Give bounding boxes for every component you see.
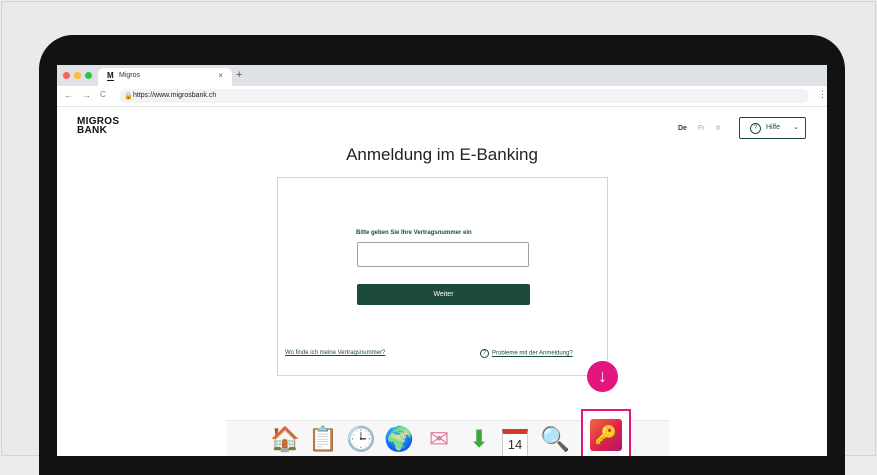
contract-number-label: Bitte geben Sie Ihre Vertragsnummer ein <box>356 230 472 236</box>
address-bar: ← → C 🔒 https://www.migrosbank.ch ⋮ <box>57 86 827 107</box>
key-icon[interactable]: 🔑 <box>590 419 622 451</box>
search-doc-icon[interactable]: 🔍 <box>540 425 570 455</box>
migros-bank-logo[interactable]: MIGROS BANK <box>77 117 119 136</box>
language-it[interactable]: It <box>716 125 720 132</box>
page-title: Anmeldung im E-Banking <box>346 145 538 164</box>
help-button[interactable]: ? Hilfe ⌄ <box>739 117 806 139</box>
mail-icon[interactable]: ✉ <box>424 425 454 455</box>
globe-icon[interactable]: 🌍 <box>384 425 414 455</box>
maximize-window-button[interactable] <box>85 72 92 79</box>
new-tab-button[interactable]: + <box>236 69 242 81</box>
tab-close-icon[interactable]: × <box>218 71 223 80</box>
calendar-icon[interactable]: 14 <box>502 429 528 456</box>
url-field[interactable]: 🔒 https://www.migrosbank.ch <box>119 89 809 103</box>
back-icon[interactable]: ← <box>64 90 73 100</box>
url-text: https://www.migrosbank.ch <box>133 92 217 99</box>
migros-favicon-icon: M <box>107 71 114 81</box>
close-window-button[interactable] <box>63 72 70 79</box>
download-icon[interactable]: ⬇ <box>464 425 494 455</box>
window-controls <box>63 72 92 79</box>
login-problems-label: Probleme mit der Anmeldung? <box>492 350 573 357</box>
browser-screen: M Migros × + ← → C 🔒 https://www.migrosb… <box>57 65 827 456</box>
login-card: Bitte geben Sie Ihre Vertragsnummer ein … <box>277 177 608 376</box>
login-problems-link[interactable]: ? Probleme mit der Anmeldung? <box>480 349 573 358</box>
help-icon: ? <box>750 123 761 134</box>
forward-icon[interactable]: → <box>82 90 91 100</box>
tab-title: Migros <box>119 72 141 79</box>
browser-menu-icon[interactable]: ⋮ <box>818 89 827 100</box>
lock-icon: 🔒 <box>124 93 133 100</box>
contract-number-input[interactable] <box>357 242 529 267</box>
clipboard-icon[interactable]: 📋 <box>308 425 338 455</box>
home-icon[interactable]: 🏠 <box>270 425 300 455</box>
clock-icon[interactable]: 🕒 <box>346 425 376 455</box>
contract-number-help-link[interactable]: Wo finde ich meine Vertragsnummer? <box>285 350 385 356</box>
minimize-window-button[interactable] <box>74 72 81 79</box>
reload-icon[interactable]: C <box>100 90 106 99</box>
arrow-down-icon: ↓ <box>587 361 618 392</box>
dock: 🏠 📋 🕒 🌍 ✉ ⬇ 14 🔍 🔑 <box>226 409 669 456</box>
help-label: Hilfe <box>766 124 781 131</box>
logo-line-2: BANK <box>77 125 108 136</box>
tab-bar: M Migros × + <box>57 65 827 86</box>
question-icon: ? <box>480 349 489 358</box>
browser-tab[interactable]: M Migros × <box>98 68 232 86</box>
language-fr[interactable]: Fr <box>698 125 705 132</box>
chevron-down-icon: ⌄ <box>793 124 799 131</box>
highlighted-app-frame: 🔑 <box>581 409 631 456</box>
continue-button[interactable]: Weiter <box>357 284 530 305</box>
language-de[interactable]: De <box>678 125 687 132</box>
